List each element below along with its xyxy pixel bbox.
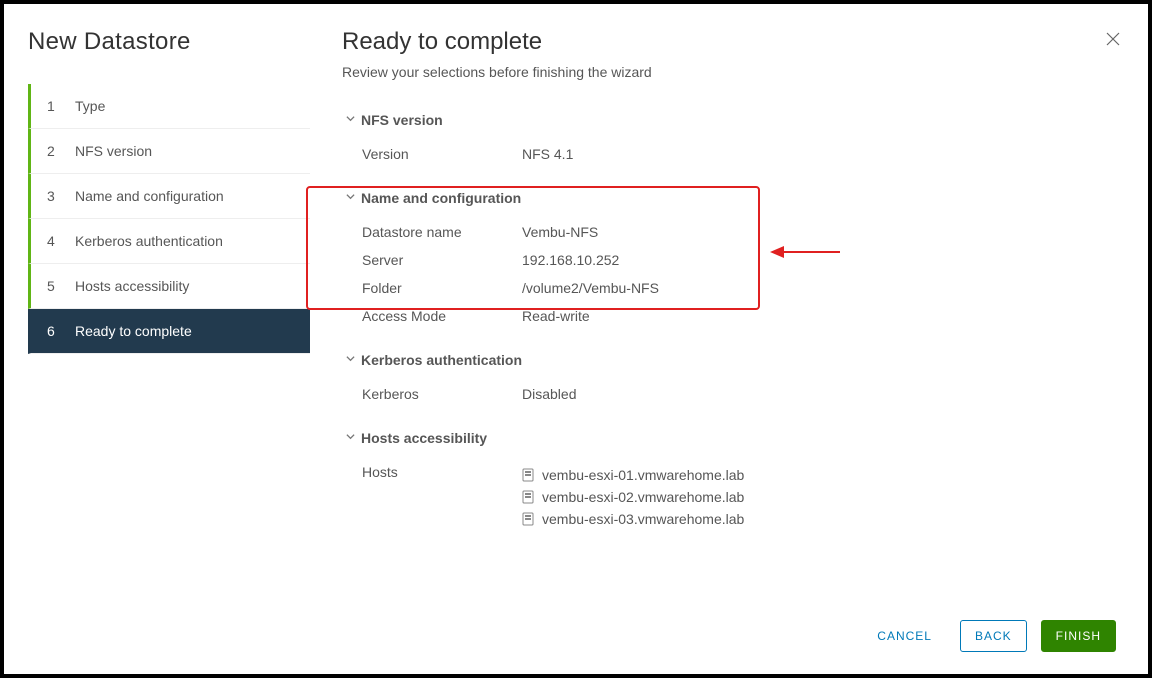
datastore-name-label: Datastore name (362, 224, 522, 240)
wizard-step-type[interactable]: 1 Type (28, 84, 310, 129)
step-number: 3 (47, 188, 67, 204)
step-label: Type (75, 98, 105, 114)
access-mode-value: Read-write (522, 308, 1116, 324)
section-nfs-version-body: Version NFS 4.1 (342, 136, 1116, 182)
section-title: NFS version (361, 112, 443, 128)
step-label: Kerberos authentication (75, 233, 223, 249)
access-mode-label: Access Mode (362, 308, 522, 324)
host-name: vembu-esxi-01.vmwarehome.lab (542, 467, 744, 483)
step-number: 6 (47, 323, 67, 339)
version-value: NFS 4.1 (522, 146, 1116, 162)
folder-value: /volume2/Vembu-NFS (522, 280, 1116, 296)
step-number: 4 (47, 233, 67, 249)
close-button[interactable] (1106, 32, 1120, 51)
cancel-button[interactable]: CANCEL (863, 621, 946, 651)
wizard-step-hosts-accessibility[interactable]: 5 Hosts accessibility (28, 264, 310, 309)
server-label: Server (362, 252, 522, 268)
step-label: NFS version (75, 143, 152, 159)
host-icon (522, 468, 534, 482)
datastore-name-value: Vembu-NFS (522, 224, 1116, 240)
host-item: vembu-esxi-02.vmwarehome.lab (522, 486, 744, 508)
close-icon (1106, 33, 1120, 50)
host-name: vembu-esxi-03.vmwarehome.lab (542, 511, 744, 527)
wizard-step-name-configuration[interactable]: 3 Name and configuration (28, 174, 310, 219)
finish-button[interactable]: FINISH (1041, 620, 1116, 652)
section-hosts-header[interactable]: Hosts accessibility (342, 422, 1116, 454)
step-number: 1 (47, 98, 67, 114)
host-item: vembu-esxi-01.vmwarehome.lab (522, 464, 744, 486)
step-label: Hosts accessibility (75, 278, 189, 294)
wizard-step-ready-to-complete[interactable]: 6 Ready to complete (28, 309, 310, 354)
kerberos-label: Kerberos (362, 386, 522, 402)
step-number: 5 (47, 278, 67, 294)
section-name-configuration-body: Datastore name Vembu-NFS Server 192.168.… (342, 214, 1116, 344)
page-title: Ready to complete (342, 28, 1116, 56)
page-subtitle: Review your selections before finishing … (342, 64, 1116, 80)
folder-label: Folder (362, 280, 522, 296)
host-name: vembu-esxi-02.vmwarehome.lab (542, 489, 744, 505)
version-label: Version (362, 146, 522, 162)
section-title: Kerberos authentication (361, 352, 522, 368)
section-kerberos-header[interactable]: Kerberos authentication (342, 344, 1116, 376)
section-name-configuration-header[interactable]: Name and configuration (342, 182, 1116, 214)
step-label: Ready to complete (75, 323, 192, 339)
step-label: Name and configuration (75, 188, 224, 204)
chevron-down-icon (346, 354, 355, 366)
section-title: Name and configuration (361, 190, 521, 206)
wizard-step-kerberos-authentication[interactable]: 4 Kerberos authentication (28, 219, 310, 264)
host-icon (522, 512, 534, 526)
back-button[interactable]: BACK (960, 620, 1027, 652)
section-nfs-version-header[interactable]: NFS version (342, 104, 1116, 136)
kerberos-value: Disabled (522, 386, 1116, 402)
server-value: 192.168.10.252 (522, 252, 1116, 268)
wizard-title: New Datastore (28, 28, 310, 56)
wizard-footer: CANCEL BACK FINISH (342, 602, 1116, 674)
wizard-steps: 1 Type 2 NFS version 3 Name and configur… (28, 84, 310, 354)
host-icon (522, 490, 534, 504)
chevron-down-icon (346, 114, 355, 126)
host-item: vembu-esxi-03.vmwarehome.lab (522, 508, 744, 530)
step-number: 2 (47, 143, 67, 159)
chevron-down-icon (346, 192, 355, 204)
wizard-step-nfs-version[interactable]: 2 NFS version (28, 129, 310, 174)
section-hosts-body: Hosts vembu-esxi-01.vmwarehome.lab vembu… (342, 454, 1116, 550)
section-title: Hosts accessibility (361, 430, 487, 446)
hosts-label: Hosts (362, 464, 522, 480)
section-kerberos-body: Kerberos Disabled (342, 376, 1116, 422)
chevron-down-icon (346, 432, 355, 444)
